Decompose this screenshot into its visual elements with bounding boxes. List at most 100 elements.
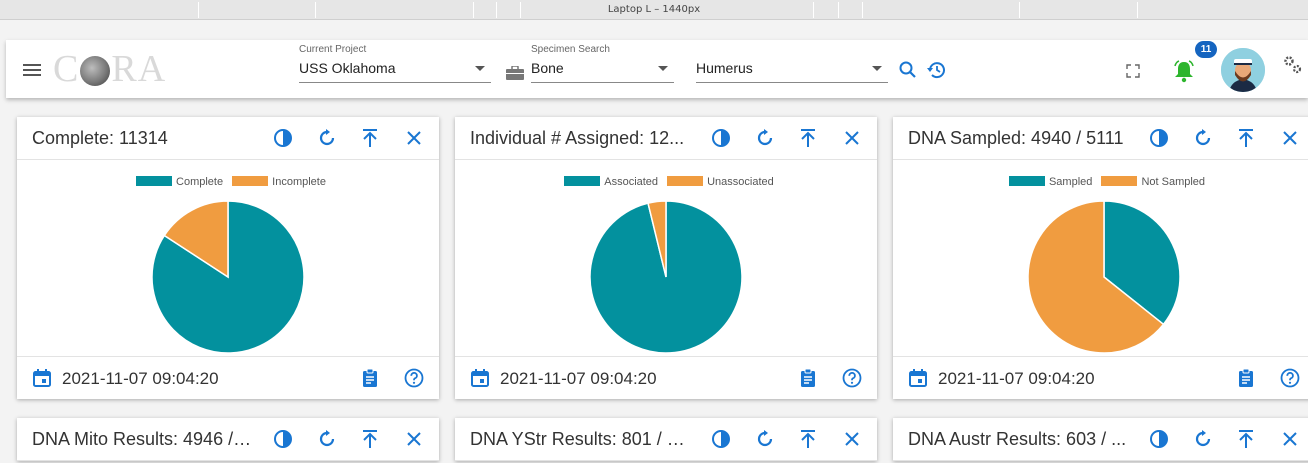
card-title: Individual # Assigned: 12... — [470, 128, 685, 148]
move-to-top-icon[interactable] — [360, 128, 380, 148]
specimen-search-select[interactable]: Specimen Search Bone — [531, 44, 674, 83]
card-title: DNA Mito Results: 4946 / ... — [32, 429, 252, 449]
chevron-down-icon — [475, 66, 485, 71]
card-footer: 2021-11-07 09:04:20 — [893, 356, 1308, 399]
settings-gears-icon[interactable] — [1282, 54, 1304, 76]
close-icon[interactable] — [842, 128, 862, 148]
card-header: DNA Sampled: 4940 / 5111 — [893, 117, 1308, 160]
card-header: Complete: 11314 — [17, 117, 439, 160]
refresh-icon[interactable] — [317, 429, 337, 449]
contrast-icon[interactable] — [1149, 429, 1169, 449]
chart-area: Associated Unassociated — [455, 160, 877, 356]
contrast-icon[interactable] — [1149, 128, 1169, 148]
legend-label: Incomplete — [272, 176, 326, 188]
chart-area: Sampled Not Sampled — [893, 160, 1308, 356]
notification-bell-icon[interactable] — [1173, 59, 1195, 83]
chart-legend: Complete Incomplete — [17, 176, 439, 188]
help-icon[interactable] — [404, 368, 424, 388]
move-to-top-icon[interactable] — [360, 429, 380, 449]
card-header: DNA Mito Results: 4946 / ... — [17, 418, 439, 461]
element-select-value[interactable]: Humerus — [696, 56, 888, 83]
calendar-icon — [909, 369, 927, 387]
project-select[interactable]: Current Project USS Oklahoma — [299, 44, 491, 83]
card-title: DNA YStr Results: 801 / 5... — [470, 429, 690, 449]
stat-card-complete: Complete: 11314 Complete Incomplete 2021… — [17, 117, 439, 399]
close-icon[interactable] — [1280, 429, 1300, 449]
help-icon[interactable] — [842, 368, 862, 388]
history-icon[interactable] — [926, 59, 948, 81]
user-avatar[interactable] — [1221, 48, 1265, 92]
card-header: DNA Austr Results: 603 / ... — [893, 418, 1308, 461]
card-header: Individual # Assigned: 12... — [455, 117, 877, 160]
refresh-icon[interactable] — [755, 128, 775, 148]
contrast-icon[interactable] — [273, 128, 293, 148]
close-icon[interactable] — [1280, 128, 1300, 148]
stat-card-dna-mito: DNA Mito Results: 4946 / ... — [17, 418, 439, 461]
move-to-top-icon[interactable] — [1236, 128, 1256, 148]
legend-swatch-teal — [564, 176, 601, 186]
card-title: DNA Austr Results: 603 / ... — [908, 429, 1127, 449]
card-footer: 2021-11-07 09:04:20 — [17, 356, 439, 399]
calendar-icon — [471, 369, 489, 387]
refresh-icon[interactable] — [1193, 128, 1213, 148]
legend-label: Associated — [604, 176, 659, 188]
stat-card-individual-assigned: Individual # Assigned: 12... Associated … — [455, 117, 877, 399]
project-select-label: Current Project — [299, 44, 367, 55]
chart-area: Complete Incomplete — [17, 160, 439, 356]
clipboard-icon[interactable] — [1236, 368, 1256, 388]
search-icon[interactable] — [898, 60, 918, 80]
legend-swatch-orange — [232, 176, 269, 186]
move-to-top-icon[interactable] — [798, 429, 818, 449]
close-icon[interactable] — [842, 429, 862, 449]
legend-label: Not Sampled — [1141, 176, 1206, 188]
device-ruler: Laptop L – 1440px — [0, 0, 1308, 20]
contrast-icon[interactable] — [273, 429, 293, 449]
last-updated-date: 2021-11-07 09:04:20 — [500, 369, 657, 388]
card-header: DNA YStr Results: 801 / 5... — [455, 418, 877, 461]
pie-chart — [1027, 200, 1181, 354]
chevron-down-icon — [872, 66, 882, 71]
refresh-icon[interactable] — [755, 429, 775, 449]
close-icon[interactable] — [404, 128, 424, 148]
notification-count-badge: 11 — [1195, 41, 1217, 58]
legend-swatch-teal — [136, 176, 173, 186]
last-updated-date: 2021-11-07 09:04:20 — [62, 369, 219, 388]
legend-label: Sampled — [1048, 176, 1093, 188]
pie-chart — [151, 200, 305, 354]
sailor-avatar-icon — [1221, 48, 1265, 92]
chart-legend: Associated Unassociated — [455, 176, 877, 188]
close-icon[interactable] — [404, 429, 424, 449]
refresh-icon[interactable] — [317, 128, 337, 148]
hamburger-menu-icon[interactable] — [23, 64, 41, 76]
legend-label: Complete — [176, 176, 224, 188]
stat-card-dna-austr: DNA Austr Results: 603 / ... — [893, 418, 1308, 461]
element-select[interactable]: Humerus — [696, 44, 888, 83]
legend-swatch-orange — [667, 176, 704, 186]
move-to-top-icon[interactable] — [1236, 429, 1256, 449]
specimen-search-label: Specimen Search — [531, 44, 610, 55]
pie-chart — [589, 200, 743, 354]
stat-card-dna-ystr: DNA YStr Results: 801 / 5... — [455, 418, 877, 461]
move-to-top-icon[interactable] — [798, 128, 818, 148]
briefcase-icon — [506, 66, 524, 80]
chevron-down-icon — [658, 66, 668, 71]
specimen-type-value[interactable]: Bone — [531, 56, 674, 83]
legend-swatch-orange — [1101, 176, 1138, 186]
clipboard-icon[interactable] — [360, 368, 380, 388]
clipboard-icon[interactable] — [798, 368, 818, 388]
calendar-icon — [33, 369, 51, 387]
contrast-icon[interactable] — [711, 429, 731, 449]
refresh-icon[interactable] — [1193, 429, 1213, 449]
last-updated-date: 2021-11-07 09:04:20 — [938, 369, 1095, 388]
chart-legend: Sampled Not Sampled — [893, 176, 1308, 188]
stat-card-dna-sampled: DNA Sampled: 4940 / 5111 Sampled Not Sam… — [893, 117, 1308, 399]
fullscreen-icon[interactable] — [1126, 64, 1140, 78]
legend-swatch-teal — [1008, 176, 1045, 186]
help-icon[interactable] — [1280, 368, 1300, 388]
app-logo: C RA — [53, 48, 167, 90]
card-footer: 2021-11-07 09:04:20 — [455, 356, 877, 399]
card-title: Complete: 11314 — [32, 128, 168, 148]
contrast-icon[interactable] — [711, 128, 731, 148]
project-select-value[interactable]: USS Oklahoma — [299, 56, 491, 83]
card-title: DNA Sampled: 4940 / 5111 — [908, 128, 1124, 148]
